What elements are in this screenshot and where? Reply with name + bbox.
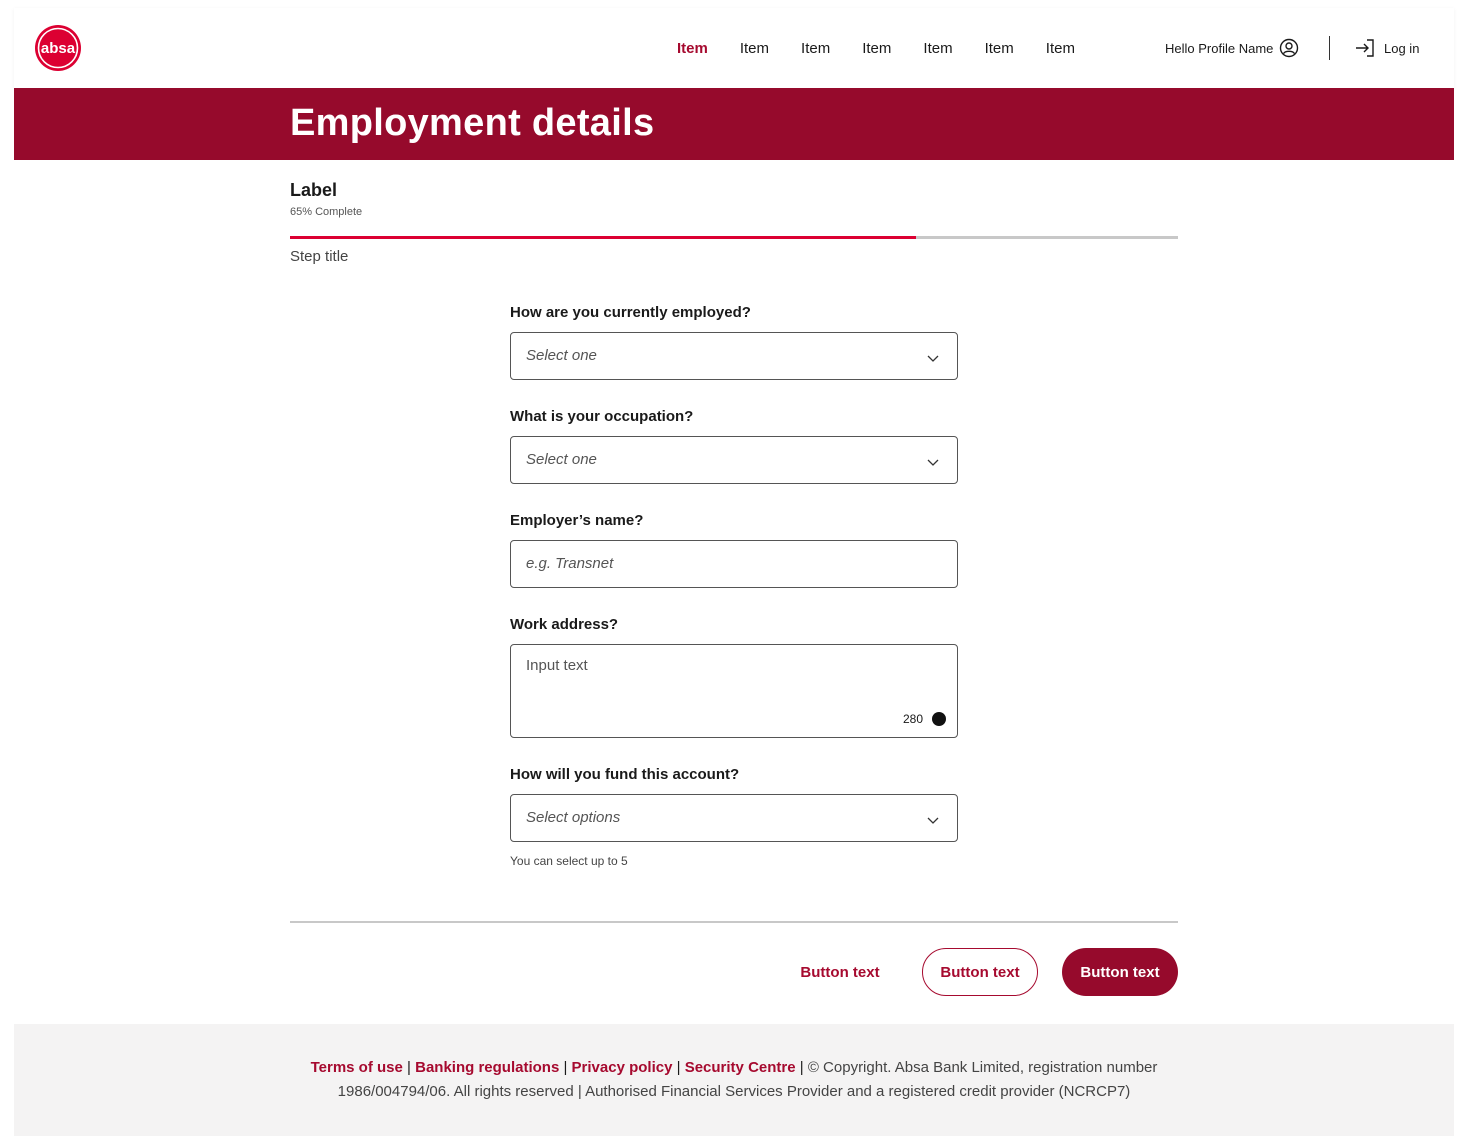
footer-line-1: Terms of use | Banking regulations | Pri…: [310, 1059, 1158, 1076]
footer-link-privacy[interactable]: Privacy policy: [572, 1059, 673, 1076]
employment-select[interactable]: Select one: [510, 332, 958, 380]
nav-item-1[interactable]: Item: [677, 40, 708, 57]
step-title: Step title: [290, 248, 349, 265]
employer-placeholder: e.g. Transnet: [526, 555, 614, 572]
address-textarea[interactable]: Input text 280: [510, 644, 958, 738]
footer-link-banking[interactable]: Banking regulations: [415, 1059, 559, 1076]
secondary-button[interactable]: Button text: [922, 948, 1038, 996]
absa-logo[interactable]: absa: [34, 24, 82, 72]
login-link[interactable]: Log in: [1354, 8, 1419, 88]
progress-label: Label: [290, 180, 338, 200]
primary-button[interactable]: Button text: [1062, 948, 1178, 996]
main-nav: Item Item Item Item Item Item Item: [677, 8, 1107, 88]
form-divider: [290, 921, 1178, 923]
progress-bar: [290, 236, 1178, 239]
funding-select[interactable]: Select options: [510, 794, 958, 842]
occupation-placeholder: Select one: [526, 451, 597, 468]
character-counter: 280: [902, 712, 923, 726]
employer-label: Employer’s name?: [510, 512, 644, 529]
occupation-label: What is your occupation?: [510, 408, 694, 425]
user-icon: [1279, 38, 1299, 58]
footer-line-2: 1986/004794/06. All rights reserved | Au…: [14, 1083, 1454, 1100]
employer-input[interactable]: e.g. Transnet: [510, 540, 958, 588]
footer-link-security[interactable]: Security Centre: [685, 1059, 796, 1076]
footer-link-terms[interactable]: Terms of use: [311, 1059, 403, 1076]
funding-label: How will you fund this account?: [510, 766, 740, 783]
nav-item-4[interactable]: Item: [862, 40, 891, 57]
logo-text: absa: [41, 40, 76, 57]
profile-name: Hello Profile Name: [1165, 40, 1274, 56]
footer-copyright-2: 1986/004794/06. All rights reserved | Au…: [337, 1083, 1131, 1100]
nav-item-6[interactable]: Item: [985, 40, 1014, 57]
chevron-down-icon: [927, 351, 939, 362]
address-placeholder: Input text: [526, 657, 588, 674]
funding-placeholder: Select options: [526, 809, 621, 826]
footer: Terms of use | Banking regulations | Pri…: [14, 1024, 1454, 1136]
address-label: Work address?: [510, 616, 619, 633]
page-title: Employment details: [290, 102, 655, 144]
chevron-down-icon: [927, 455, 939, 466]
occupation-select[interactable]: Select one: [510, 436, 958, 484]
nav-item-3[interactable]: Item: [801, 40, 830, 57]
page-banner: Employment details: [14, 88, 1454, 160]
profile-menu[interactable]: Hello Profile Name: [1165, 8, 1299, 88]
footer-copyright-1: © Copyright. Absa Bank Limited, registra…: [807, 1059, 1158, 1076]
counter-indicator-icon: [932, 712, 946, 726]
top-header: absa Item Item Item Item Item Item Item …: [14, 8, 1454, 88]
login-label: Log in: [1384, 40, 1420, 56]
nav-item-5[interactable]: Item: [923, 40, 952, 57]
page: absa Item Item Item Item Item Item Item …: [14, 0, 1454, 1136]
login-icon: [1354, 38, 1376, 58]
progress-fill: [290, 236, 917, 239]
employment-placeholder: Select one: [526, 347, 597, 364]
text-button[interactable]: Button text: [786, 948, 894, 996]
chevron-down-icon: [927, 813, 939, 824]
progress-percent: 65% Complete: [290, 206, 363, 218]
employment-label: How are you currently employed?: [510, 304, 751, 321]
nav-item-7[interactable]: Item: [1046, 40, 1075, 57]
header-divider: [1329, 36, 1330, 60]
funding-helper-text: You can select up to 5: [510, 854, 628, 868]
nav-item-2[interactable]: Item: [740, 40, 769, 57]
